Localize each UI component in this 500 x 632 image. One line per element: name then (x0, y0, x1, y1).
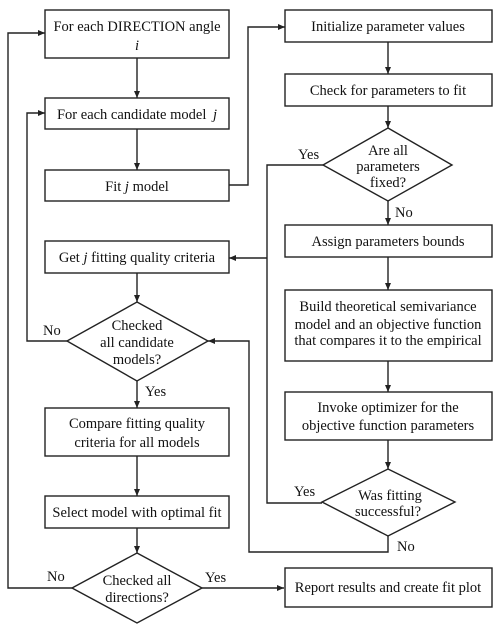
node-compare: Compare fitting quality criteria for all… (44, 407, 230, 457)
label-success-no: No (397, 539, 415, 555)
node-initialize: Initialize parameter values (284, 9, 493, 43)
node-check-params: Check for parameters to fit (284, 73, 493, 107)
svg-text:fixed?: fixed? (370, 175, 406, 191)
svg-text:all candidate: all candidate (100, 335, 174, 351)
arrow-fit-to-initialize (229, 24, 285, 186)
label-directions-no: No (47, 569, 65, 585)
svg-text:objective function parameters: objective function parameters (302, 418, 475, 434)
svg-text:Fit j model: Fit j model (105, 179, 169, 195)
svg-text:that compares it to the empiri: that compares it to the empirical (294, 333, 481, 349)
decision-all-fixed: Are all parameters fixed? (321, 127, 454, 202)
svg-text:Initialize parameter values: Initialize parameter values (311, 19, 465, 35)
label-fixed-no: No (395, 205, 413, 221)
svg-text:parameters: parameters (356, 159, 420, 175)
decision-checked-directions: Checked all directions? (70, 552, 204, 624)
svg-text:criteria for all models: criteria for all models (74, 435, 200, 451)
arrow-models-no (26, 110, 67, 342)
node-select: Select model with optimal fit (44, 495, 230, 529)
svg-text:Compare fitting quality: Compare fitting quality (69, 416, 206, 432)
node-invoke-optimizer: Invoke optimizer for the objective funct… (284, 391, 493, 441)
svg-text:Build theoretical semivariance: Build theoretical semivariance (299, 299, 476, 315)
svg-text:Assign parameters bounds: Assign parameters bounds (311, 234, 464, 250)
svg-text:i: i (135, 38, 139, 54)
svg-text:Are all: Are all (368, 143, 408, 159)
label-models-no: No (43, 323, 61, 339)
node-get-criteria: Get j fitting quality criteria (44, 240, 230, 274)
label-directions-yes: Yes (205, 570, 226, 586)
svg-text:Checked: Checked (112, 318, 163, 334)
node-fit-model: Fit j model (44, 169, 230, 202)
node-report: Report results and create fit plot (284, 567, 493, 608)
svg-text:models?: models? (113, 352, 161, 368)
svg-text:For each candidate model j: For each candidate model j (57, 107, 217, 123)
svg-text:model and an objective functio: model and an objective function (295, 317, 483, 333)
svg-text:Get j fitting quality criteria: Get j fitting quality criteria (59, 250, 216, 266)
svg-text:Report results and create fit: Report results and create fit plot (295, 580, 481, 596)
decision-checked-models: Checked all candidate models? (65, 301, 210, 382)
svg-text:For each DIRECTION angle: For each DIRECTION angle (53, 19, 220, 35)
svg-text:directions?: directions? (105, 590, 169, 606)
svg-text:Select model with optimal fit: Select model with optimal fit (52, 505, 221, 521)
svg-text:Check for parameters to fit: Check for parameters to fit (310, 83, 466, 99)
svg-text:Checked all: Checked all (103, 573, 172, 589)
node-direction-loop: For each DIRECTION angle i (44, 9, 230, 59)
node-assign-bounds: Assign parameters bounds (284, 224, 493, 258)
svg-text:successful?: successful? (355, 504, 421, 520)
svg-text:Invoke optimizer for the: Invoke optimizer for the (317, 400, 458, 416)
label-models-yes: Yes (145, 384, 166, 400)
label-success-yes: Yes (294, 484, 315, 500)
flowchart: For each DIRECTION angle i For each cand… (7, 9, 493, 624)
node-build-model: Build theoretical semivariance model and… (284, 289, 493, 362)
svg-text:Was fitting: Was fitting (358, 488, 422, 504)
node-model-loop: For each candidate model j (44, 97, 230, 130)
label-fixed-yes: Yes (298, 147, 319, 163)
decision-fit-success: Was fitting successful? (320, 468, 457, 537)
